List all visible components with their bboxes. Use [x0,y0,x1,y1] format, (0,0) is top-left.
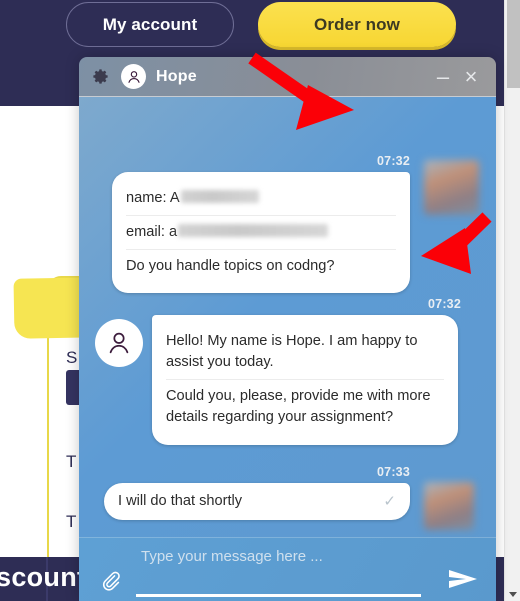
form-label-3: T [66,512,77,531]
visitor-avatar-photo [424,482,474,530]
email-value: a [169,224,178,241]
person-icon [109,332,129,354]
chat-agent-name: Hope [156,67,197,85]
message-line-name: name: A [126,182,396,215]
message-line-2: Could you, please, provide me with more … [166,379,444,434]
message-timestamp: 07:32 [428,297,461,311]
browser-scrollbar[interactable] [504,0,520,601]
my-account-button[interactable]: My account [66,2,234,47]
person-icon [127,70,140,83]
message-text: I will do that shortly [118,493,243,509]
message-line-email: email: a [126,215,396,249]
agent-message-row: Hello! My name is Hope. I am happy to as… [95,315,475,445]
live-chat-widget: Hope – × 07:32 name: A email: a Do you h… [79,57,496,601]
send-icon[interactable] [448,568,478,590]
message-bubble: Hello! My name is Hope. I am happy to as… [152,315,458,445]
input-underline [136,594,421,597]
visitor-avatar-photo [424,160,479,215]
chat-widget-header: Hope – × [79,57,496,97]
chat-message-list[interactable]: 07:32 name: A email: a Do you handle top… [79,97,496,537]
message-bubble: I will do that shortly ✓ [104,483,410,521]
paperclip-icon[interactable] [99,568,121,592]
close-button[interactable]: × [458,65,484,88]
order-now-button[interactable]: Order now [258,2,456,47]
agent-avatar [95,319,143,367]
check-icon: ✓ [383,493,396,511]
message-line-1: Hello! My name is Hope. I am happy to as… [166,333,418,371]
agent-avatar-header [121,64,146,89]
name-value: A [169,190,180,206]
minimize-button[interactable]: – [430,65,456,88]
message-timestamp: 07:33 [377,465,410,479]
message-line-question: Do you handle topics on codng? [126,249,396,283]
footer-discount-text: scount [0,562,87,592]
message-input[interactable] [141,548,431,565]
message-composer [79,537,496,601]
gear-icon[interactable] [91,67,110,86]
message-bubble: name: A email: a Do you handle topics on… [112,172,410,294]
email-label: email: [126,224,165,241]
message-visitor-intro: 07:32 name: A email: a Do you handle top… [112,154,410,294]
message-agent-greeting: 07:32 Hello! My name is Hope. I am happy… [95,297,475,445]
message-timestamp: 07:32 [377,154,410,168]
message-visitor-reply: 07:33 I will do that shortly ✓ [104,465,410,521]
name-label: name: [126,190,167,206]
scrollbar-thumb[interactable] [507,0,520,88]
form-label-1: S [66,348,78,367]
chevron-down-icon[interactable] [509,592,517,597]
form-label-2: T [66,452,77,471]
redacted-block [178,224,329,238]
redacted-block [180,190,259,203]
